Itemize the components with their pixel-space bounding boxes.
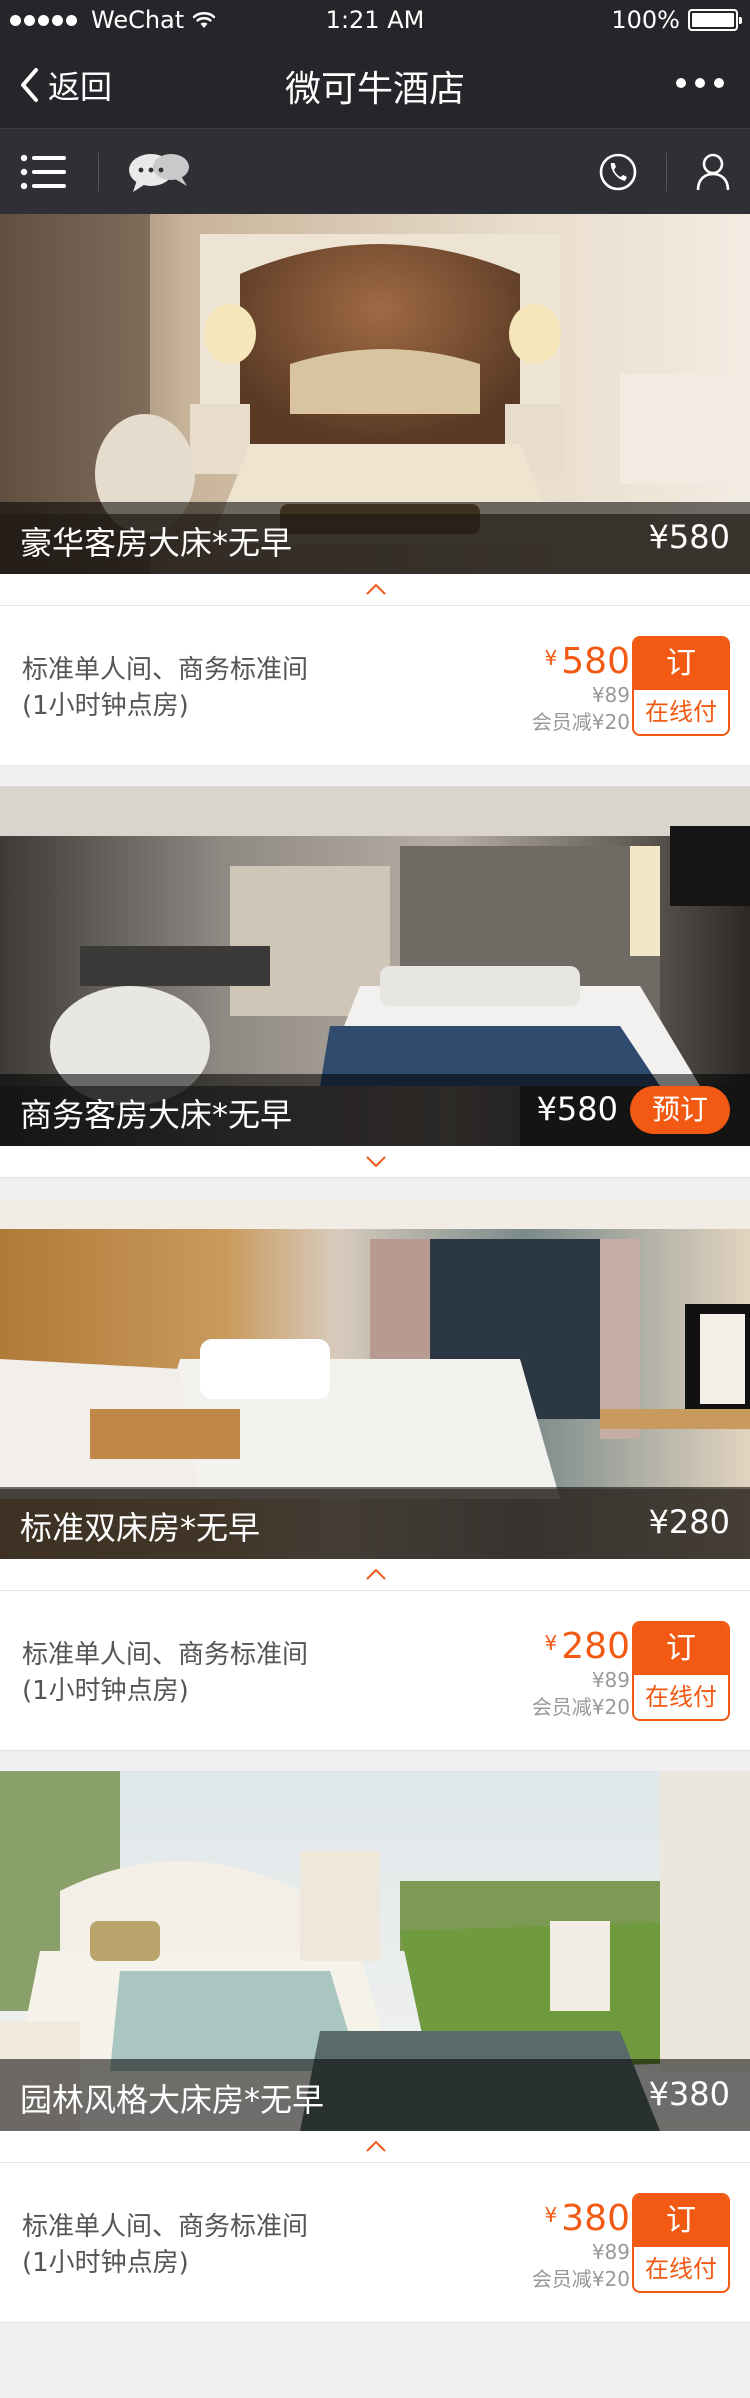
room-detail: 标准单人间、商务标准间 (1小时钟点房) ¥580 ¥89 会员减¥20 订 在… <box>0 606 750 766</box>
original-price: ¥89 <box>591 1668 630 1692</box>
member-discount: 会员减¥20 <box>531 2267 630 2291</box>
price-block: ¥580 ¥89 会员减¥20 <box>532 638 630 736</box>
price-block: ¥280 ¥89 会员减¥20 <box>532 1623 630 1721</box>
toolbar <box>0 128 750 214</box>
pay-online-label: 在线付 <box>645 2255 717 2283</box>
room-detail: 标准单人间、商务标准间 (1小时钟点房) ¥280 ¥89 会员减¥20 订 在… <box>0 1591 750 1751</box>
status-right: 100% <box>611 6 742 34</box>
book-label: 订 <box>634 2195 728 2247</box>
original-price: ¥89 <box>591 683 630 707</box>
more-dot-icon <box>695 78 705 88</box>
toolbar-divider <box>666 153 667 191</box>
page-title: 微可牛酒店 <box>284 69 465 110</box>
phone-button[interactable] <box>590 129 646 215</box>
pay-online-label: 在线付 <box>645 1683 717 1711</box>
battery-label: 100% <box>611 6 680 34</box>
chevron-down-icon <box>366 1156 386 1168</box>
room-photo[interactable]: 商务客房大床*无早 ¥580 预订 <box>0 786 750 1146</box>
room-description: 标准单人间、商务标准间 (1小时钟点房) <box>22 2209 308 2281</box>
photo-caption: 园林风格大床房*无早 ¥380 <box>0 2059 750 2131</box>
book-online-button[interactable]: 订 在线付 <box>632 2193 730 2293</box>
chevron-up-icon <box>366 583 386 595</box>
room-description: 标准单人间、商务标准间 (1小时钟点房) <box>22 1637 308 1709</box>
nav-bar: 返回 微可牛酒店 <box>0 40 750 128</box>
room-price: ¥280 <box>544 1626 630 1667</box>
room-photo[interactable]: 标准双床房*无早 ¥280 <box>0 1199 750 1559</box>
room-photo-price: ¥580 <box>536 1090 618 1128</box>
book-label: 订 <box>634 1623 728 1675</box>
menu-button[interactable] <box>14 129 74 215</box>
chat-bubbles-icon <box>129 154 189 192</box>
room-desc-line: 标准单人间、商务标准间 <box>22 655 309 685</box>
photo-caption: 豪华客房大床*无早 ¥580 <box>0 502 750 574</box>
room-detail: 标准单人间、商务标准间 (1小时钟点房) ¥380 ¥89 会员减¥20 订 在… <box>0 2163 750 2323</box>
menu-list-icon <box>20 154 66 190</box>
room-photo[interactable]: 园林风格大床房*无早 ¥380 <box>0 1771 750 2131</box>
photo-caption: 标准双床房*无早 ¥280 <box>0 1487 750 1559</box>
room-price: ¥380 <box>544 2198 630 2239</box>
chat-button[interactable] <box>124 129 194 215</box>
book-button[interactable]: 预订 <box>630 1086 730 1134</box>
room-description: 标准单人间、商务标准间 (1小时钟点房) <box>22 652 308 724</box>
user-icon <box>696 153 730 191</box>
room-desc-line: (1小时钟点房) <box>22 691 189 721</box>
more-dot-icon <box>714 78 724 88</box>
chevron-up-icon <box>366 1568 386 1580</box>
chevron-up-icon <box>366 2140 386 2152</box>
book-online-button[interactable]: 订 在线付 <box>632 1621 730 1721</box>
member-discount: 会员减¥20 <box>531 710 630 734</box>
room-photo-price: ¥280 <box>648 1503 730 1541</box>
room-name: 园林风格大床房*无早 <box>20 2081 325 2119</box>
room-desc-line: 标准单人间、商务标准间 <box>22 1640 309 1670</box>
battery-icon <box>688 9 742 31</box>
phone-icon <box>599 153 637 191</box>
user-button[interactable] <box>686 129 740 215</box>
pay-online-label: 在线付 <box>645 698 717 726</box>
status-bar: WeChat 1:21 AM 100% <box>0 0 750 40</box>
more-dot-icon <box>676 78 686 88</box>
photo-caption: 商务客房大床*无早 ¥580 预订 <box>0 1074 750 1146</box>
room-photo-price: ¥380 <box>648 2075 730 2113</box>
collapse-toggle[interactable] <box>0 574 750 606</box>
collapse-toggle[interactable] <box>0 1559 750 1591</box>
room-name: 商务客房大床*无早 <box>20 1096 293 1134</box>
room-price: ¥580 <box>544 641 630 682</box>
member-discount: 会员减¥20 <box>531 1695 630 1719</box>
book-label: 订 <box>634 638 728 690</box>
expand-toggle[interactable] <box>0 1146 750 1178</box>
original-price: ¥89 <box>591 2240 630 2264</box>
price-block: ¥380 ¥89 会员减¥20 <box>532 2195 630 2293</box>
toolbar-divider <box>98 153 99 191</box>
book-online-button[interactable]: 订 在线付 <box>632 636 730 736</box>
room-desc-line: (1小时钟点房) <box>22 1676 189 1706</box>
collapse-toggle[interactable] <box>0 2131 750 2163</box>
room-desc-line: (1小时钟点房) <box>22 2248 189 2278</box>
more-menu-button[interactable] <box>676 78 724 88</box>
room-photo-price: ¥580 <box>648 518 730 556</box>
top-bar: WeChat 1:21 AM 100% 返回 微可牛酒店 <box>0 0 750 128</box>
room-name: 标准双床房*无早 <box>20 1509 261 1547</box>
room-name: 豪华客房大床*无早 <box>20 524 293 562</box>
room-desc-line: 标准单人间、商务标准间 <box>22 2212 309 2242</box>
room-photo[interactable]: 豪华客房大床*无早 ¥580 <box>0 214 750 574</box>
